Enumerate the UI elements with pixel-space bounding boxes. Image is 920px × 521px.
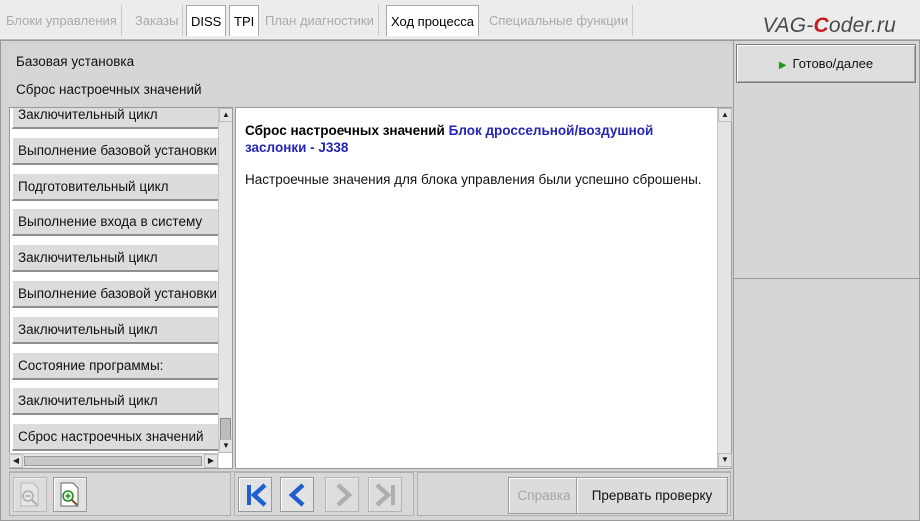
abort-check-button[interactable]: Прервать проверку bbox=[576, 477, 728, 514]
step-item[interactable]: Заключительный цикл bbox=[12, 316, 221, 344]
navigation-group bbox=[234, 472, 414, 516]
result-title-prefix: Сброс настроечных значений bbox=[245, 123, 445, 138]
scroll-left-icon[interactable]: ◀ bbox=[9, 454, 23, 468]
main-area: Базовая установка Сброс настроечных знач… bbox=[0, 40, 920, 521]
steps-list: Заключительный цикл Выполнение базовой у… bbox=[9, 107, 233, 469]
tab-orders[interactable]: Заказы bbox=[131, 5, 184, 36]
play-icon: ▶ bbox=[778, 60, 787, 71]
result-title: Сброс настроечных значений Блок дроссель… bbox=[245, 122, 705, 156]
process-subtitle: Сброс настроечных значений bbox=[16, 82, 202, 97]
divider bbox=[734, 278, 920, 279]
last-step-icon bbox=[375, 483, 395, 507]
step-item[interactable]: Заключительный цикл bbox=[12, 108, 221, 129]
tab-tpi[interactable]: TPI bbox=[229, 5, 260, 36]
first-step-icon bbox=[247, 483, 267, 507]
prev-step-icon bbox=[288, 483, 305, 507]
zoom-in-icon bbox=[60, 482, 79, 507]
step-item[interactable]: Выполнение входа в систему bbox=[12, 208, 221, 236]
tab-diagnostic-plan[interactable]: План диагностики bbox=[261, 5, 379, 36]
ready-next-button[interactable]: ▶ Готово/далее bbox=[736, 44, 916, 83]
scroll-thumb[interactable] bbox=[220, 418, 231, 440]
first-step-button[interactable] bbox=[238, 477, 272, 512]
tab-bar: Блоки управления Заказы DISS TPI План ди… bbox=[0, 0, 920, 40]
step-item[interactable]: Выполнение базовой установки bbox=[12, 137, 221, 165]
steps-vertical-scrollbar[interactable]: ▲ ▼ bbox=[218, 108, 232, 453]
tab-diss[interactable]: DISS bbox=[186, 5, 227, 36]
result-panel: Сброс настроечных значений Блок дроссель… bbox=[235, 107, 732, 469]
step-item[interactable]: Подготовительный цикл bbox=[12, 173, 221, 201]
zoom-out-icon bbox=[20, 482, 39, 507]
step-item[interactable]: Выполнение базовой установки bbox=[12, 280, 221, 308]
bottom-toolbar: Справка Прервать проверку bbox=[9, 471, 731, 516]
step-item[interactable]: Состояние программы: bbox=[12, 352, 221, 380]
process-title: Базовая установка bbox=[16, 54, 135, 69]
prev-step-button[interactable] bbox=[280, 477, 314, 512]
zoom-in-button[interactable] bbox=[53, 477, 87, 512]
right-panel: ▶ Готово/далее bbox=[733, 41, 920, 520]
process-header: Базовая установка Сброс настроечных знач… bbox=[9, 45, 731, 105]
scroll-down-icon[interactable]: ▼ bbox=[219, 439, 232, 453]
help-button[interactable]: Справка bbox=[508, 477, 580, 514]
tab-progress[interactable]: Ход процесса bbox=[386, 5, 479, 36]
step-item[interactable]: Сброс настроечных значений bbox=[12, 423, 221, 451]
ready-next-label: Готово/далее bbox=[792, 56, 874, 71]
tab-special-functions[interactable]: Специальные функции bbox=[485, 5, 634, 36]
last-step-button[interactable] bbox=[368, 477, 402, 512]
tab-control-units[interactable]: Блоки управления bbox=[2, 5, 122, 36]
next-step-button[interactable] bbox=[325, 477, 359, 512]
logo: VAG-Coder.ru bbox=[762, 14, 896, 37]
zoom-out-button[interactable] bbox=[13, 477, 47, 512]
zoom-group bbox=[9, 472, 231, 516]
scroll-down-icon[interactable]: ▼ bbox=[718, 453, 732, 467]
step-item[interactable]: Заключительный цикл bbox=[12, 387, 221, 415]
scroll-up-icon[interactable]: ▲ bbox=[718, 108, 732, 122]
next-step-icon bbox=[336, 483, 353, 507]
horizontal-scroll-thumb[interactable] bbox=[24, 456, 202, 466]
step-item[interactable]: Заключительный цикл bbox=[12, 244, 221, 272]
content-vertical-scrollbar[interactable]: ▲ ▼ bbox=[717, 108, 732, 468]
scroll-up-icon[interactable]: ▲ bbox=[219, 108, 232, 122]
scroll-right-icon[interactable]: ▶ bbox=[204, 454, 218, 468]
result-message: Настроечные значения для блока управлени… bbox=[245, 172, 702, 187]
actions-group: Справка Прервать проверку bbox=[417, 472, 731, 516]
steps-horizontal-scrollbar[interactable]: ◀ ▶ bbox=[9, 453, 219, 468]
